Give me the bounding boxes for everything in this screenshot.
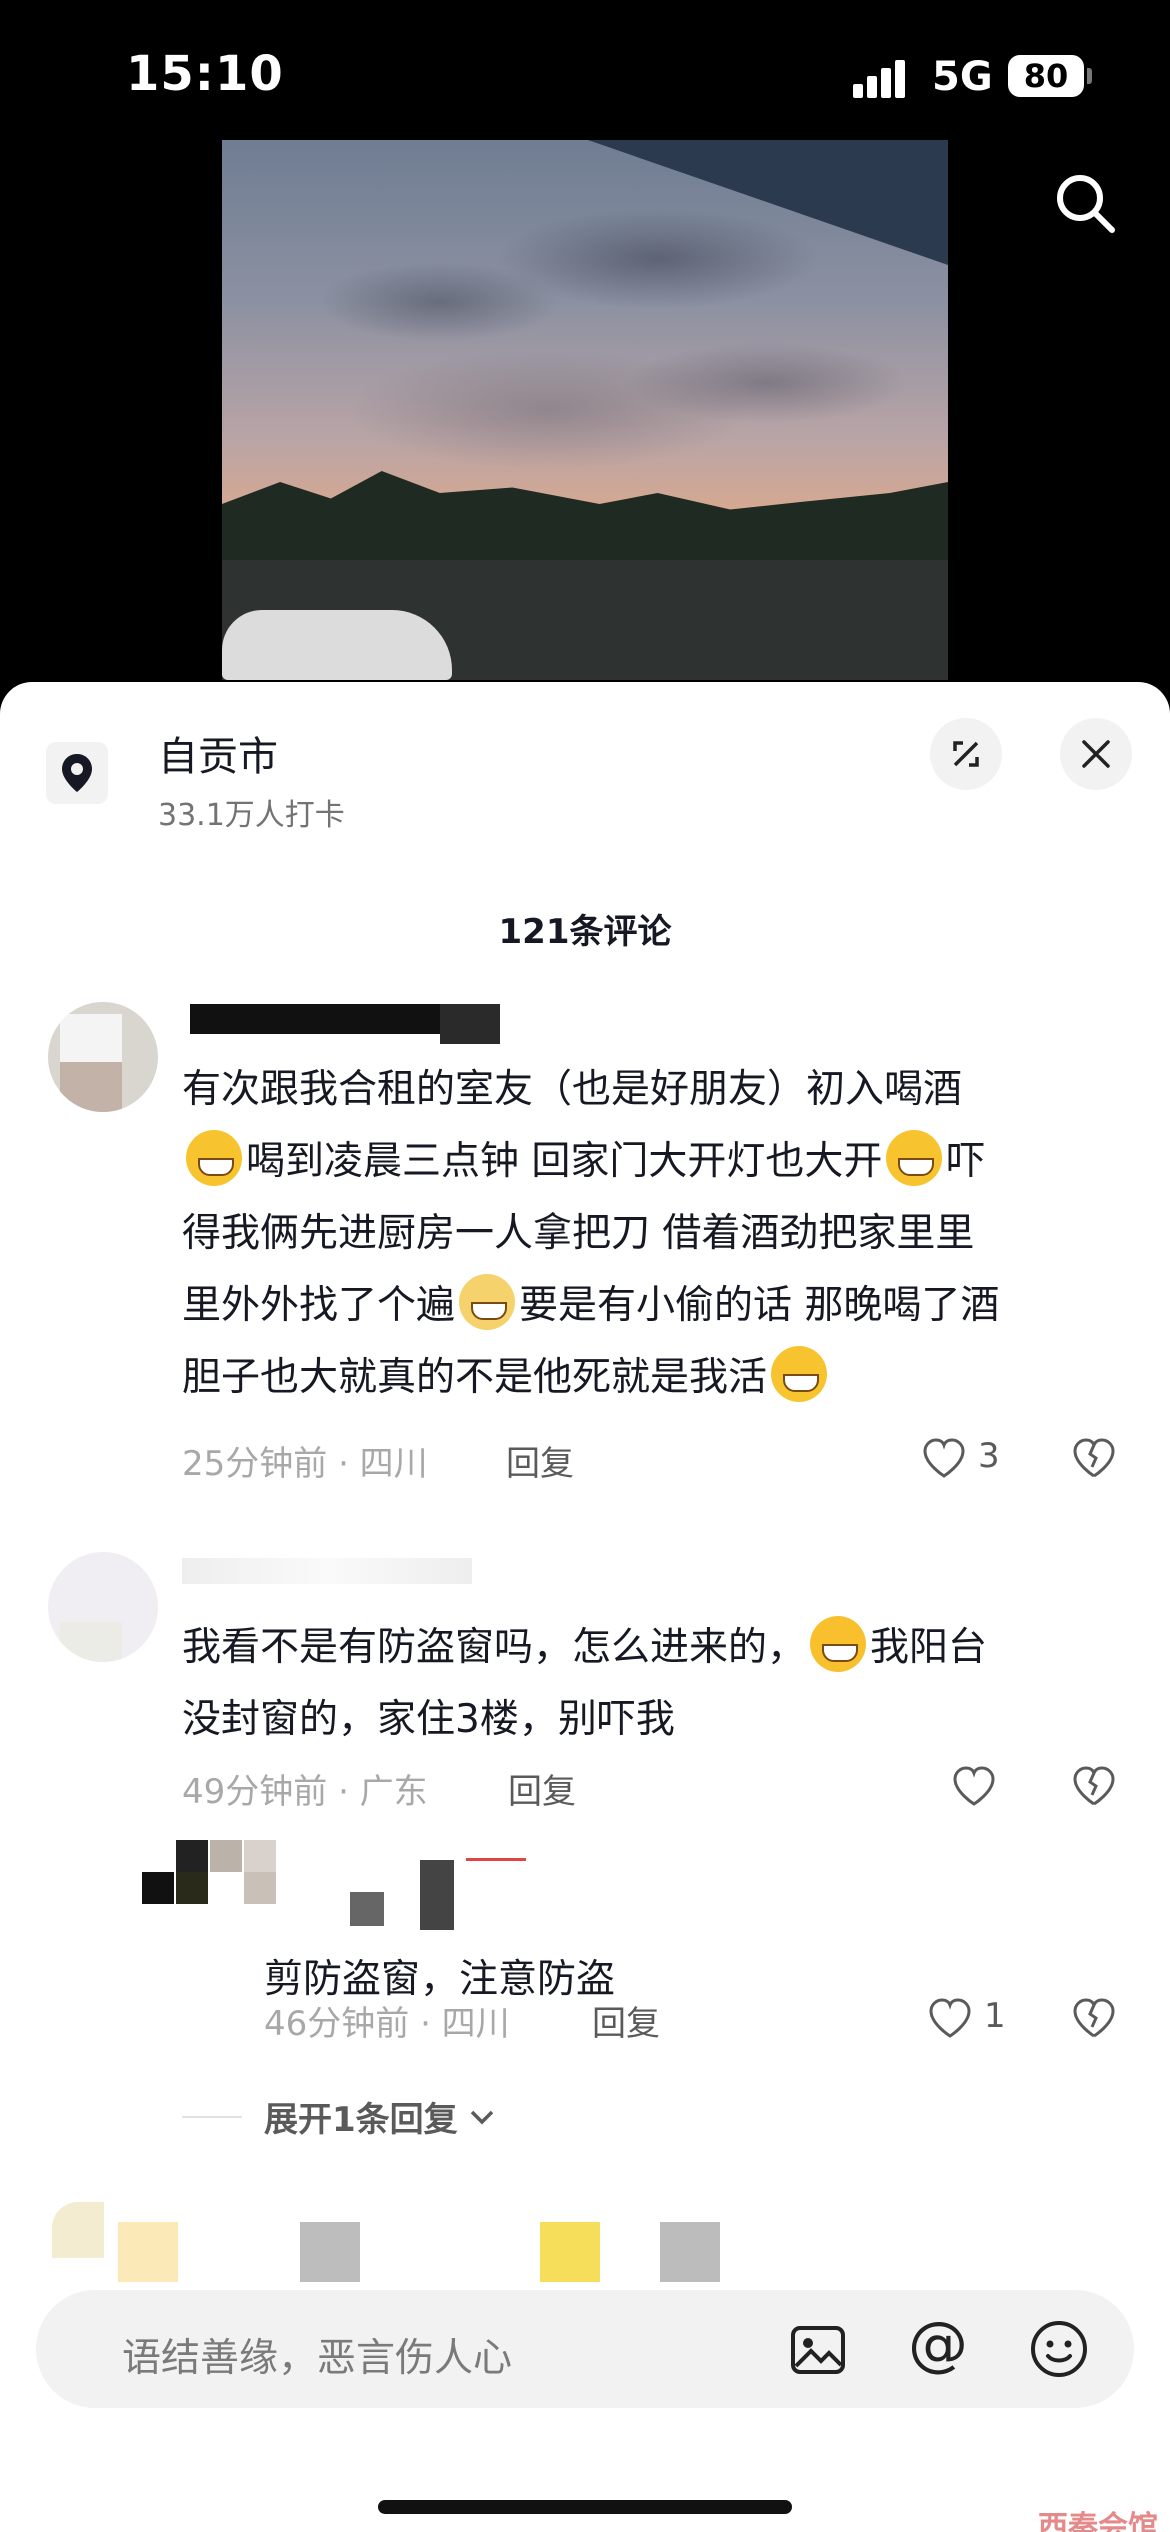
comment-meta: 25分钟前 · 四川 [182,1444,428,1484]
avatar[interactable] [48,1552,158,1662]
avatar[interactable] [48,1002,158,1112]
expand-button[interactable] [930,718,1002,790]
grin-sweat-emoji-icon [186,1130,242,1186]
comment-line: 胆子也大就真的不是他死就是我活 [182,1342,1112,1414]
comment-line: 里外外找了个遍 要是有小偷的话 那晚喝了酒 [182,1270,1112,1342]
broken-heart-icon[interactable] [1070,1994,1118,2042]
broken-heart-icon[interactable] [1070,1762,1118,1810]
comment-line: 我看不是有防盗窗吗，怎么进来的， 我阳台 [182,1612,1112,1684]
battery-cap [1087,68,1092,84]
like-count: 3 [978,1436,1000,1476]
heart-icon[interactable] [920,1434,968,1482]
white-car [222,610,452,680]
like-count: 1 [984,1996,1006,2036]
status-bar: 15:10 5G 80 [0,0,1170,150]
comment-meta: 49分钟前 · 广东 [182,1772,428,1812]
roof-edge [588,140,948,265]
expand-replies-button[interactable]: 展开1条回复 [182,2092,498,2141]
at-icon[interactable]: @ [908,2314,968,2374]
reply-button[interactable]: 回复 [508,1764,576,1813]
heart-icon[interactable] [950,1762,998,1810]
search-icon[interactable] [1052,170,1118,236]
comment-text: 有次跟我合租的室友（也是好朋友）初入喝酒 喝到凌晨三点钟 回家门大开灯也大开吓 … [182,1054,1112,1414]
comment-input-bar[interactable]: 语结善缘，恶言伤人心 @ [36,2290,1134,2408]
close-button[interactable] [1060,718,1132,790]
divider [182,2115,242,2118]
location-pin-icon [46,742,108,804]
username-redacted [440,1004,500,1044]
comment-count: 121条评论 [498,912,672,952]
watermark: 西秦会馆 [1038,2510,1158,2532]
username-redacted [182,1558,472,1584]
chevron-down-icon [470,2110,493,2124]
heart-icon[interactable] [926,1994,974,2042]
comment-line: 有次跟我合租的室友（也是好朋友）初入喝酒 [182,1067,963,1112]
reply-button[interactable]: 回复 [592,1996,660,2045]
reply-button[interactable]: 回复 [506,1436,574,1485]
network-label: 5G [932,54,993,100]
crying-emoji-icon [810,1616,867,1672]
location-stats: 33.1万人打卡 [158,798,345,833]
comments-sheet: 自贡市 33.1万人打卡 121条评论 有次跟我合租的室友（也是好朋友）初入喝酒… [0,682,1170,2532]
comment-line: 得我俩先进厨房一人拿把刀 借着酒劲把家里里 [182,1211,975,1256]
post-photo[interactable] [222,140,948,680]
image-icon[interactable] [788,2320,848,2380]
battery-icon: 80 [1008,55,1084,97]
grin-sweat-emoji-icon [886,1130,943,1186]
expand-replies-label: 展开1条回复 [264,2100,458,2140]
comment-input-placeholder[interactable]: 语结善缘，恶言伤人心 [122,2327,512,2383]
comment-text: 我看不是有防盗窗吗，怎么进来的， 我阳台 没封窗的，家住3楼，别吓我 [182,1612,1112,1756]
location-name[interactable]: 自贡市 [158,724,278,782]
comment-line: 没封窗的，家住3楼，别吓我 [182,1697,675,1742]
reply-meta: 46分钟前 · 四川 [264,2004,510,2044]
expand-icon [953,741,979,767]
status-time: 15:10 [126,46,284,102]
home-indicator [378,2500,792,2514]
comment-line: 喝到凌晨三点钟 回家门大开灯也大开吓 [182,1126,1112,1198]
shocked-emoji-icon [459,1274,516,1330]
broken-heart-icon[interactable] [1070,1434,1118,1482]
close-icon [1082,740,1110,768]
emoji-icon[interactable] [1028,2318,1090,2380]
silly-emoji-icon [771,1346,828,1402]
signal-icon [853,58,913,98]
